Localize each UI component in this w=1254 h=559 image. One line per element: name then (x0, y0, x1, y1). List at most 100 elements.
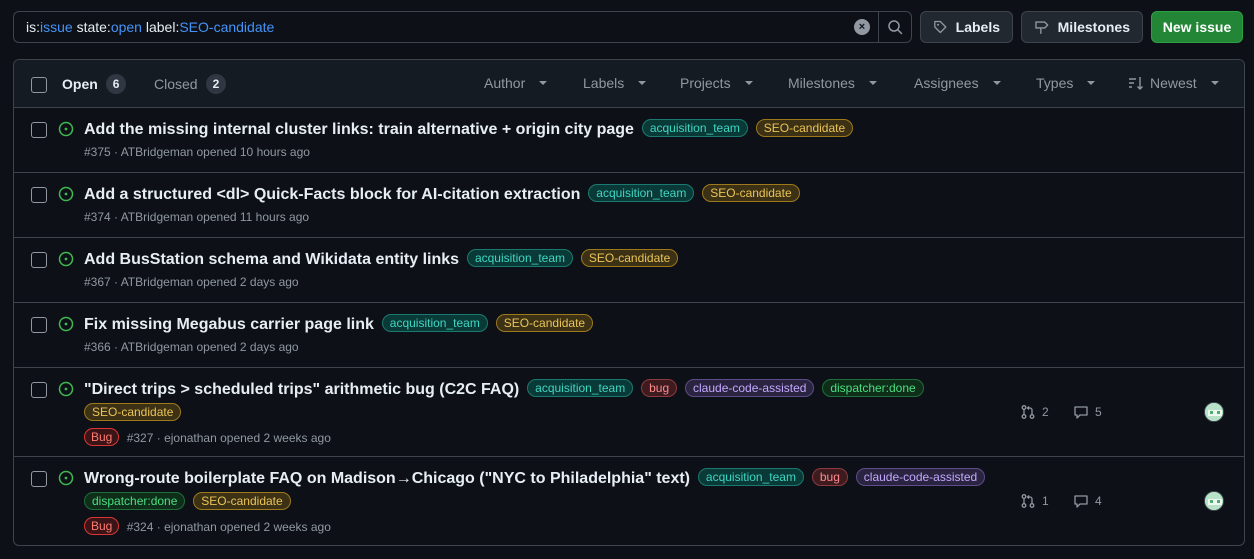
avatar-image (1205, 403, 1223, 421)
issue-open-icon (58, 381, 74, 397)
clear-search-icon[interactable]: × (854, 19, 870, 35)
search-input[interactable]: is:issue state:open label:SEO-candidate … (13, 11, 912, 43)
issue-title-link[interactable]: Fix missing Megabus carrier page link (84, 316, 374, 333)
query-key-label: label: (141, 19, 180, 35)
sort-newest-label: Newest (1150, 75, 1197, 91)
issue-open-icon (58, 316, 74, 332)
tab-closed[interactable]: Closed 2 (154, 74, 227, 94)
search-query[interactable]: is:issue state:open label:SEO-candidate (14, 19, 854, 35)
issue-row[interactable]: Add the missing internal cluster links: … (14, 108, 1244, 173)
issue-checkbox[interactable] (31, 122, 47, 138)
issue-row[interactable]: Add a structured <dl> Quick-Facts block … (14, 173, 1244, 238)
issue-title-line: Fix missing Megabus carrier page link ac… (84, 313, 1044, 336)
milestone-icon (1035, 21, 1049, 34)
comments-count[interactable]: 5 (1073, 404, 1102, 420)
query-value-state: open (110, 19, 142, 35)
issue-row[interactable]: Wrong-route boilerplate FAQ on Madison→C… (14, 457, 1244, 545)
filter-assignees-label: Assignees (914, 75, 979, 91)
pull-request-icon (1021, 494, 1035, 508)
issue-checkbox[interactable] (31, 317, 47, 333)
milestones-button-label: Milestones (1057, 19, 1130, 35)
avatar[interactable] (1204, 491, 1224, 511)
issue-checkbox[interactable] (31, 187, 47, 203)
filter-projects-label: Projects (680, 75, 731, 91)
filter-types[interactable]: Types (1036, 75, 1096, 91)
issue-checkbox[interactable] (31, 382, 47, 398)
issue-open-icon (58, 251, 74, 267)
label-acquisition-team[interactable]: acquisition_team (466, 249, 573, 267)
filter-labels-label: Labels (583, 75, 625, 91)
filter-milestones[interactable]: Milestones (788, 75, 877, 91)
label-seo-candidate[interactable]: SEO-candidate (580, 249, 679, 267)
issue-title-link[interactable]: "Direct trips > scheduled trips" arithme… (84, 381, 519, 398)
issue-checkbox[interactable] (31, 471, 47, 487)
filter-assignees[interactable]: Assignees (914, 75, 1001, 91)
label-seo-candidate[interactable]: SEO-candidate (702, 184, 800, 202)
issue-title-link[interactable]: Wrong-route boilerplate FAQ on Madison→C… (84, 470, 690, 487)
label-acquisition-team[interactable]: acquisition_team (697, 468, 804, 486)
label-claude-code-assisted[interactable]: claude-code-assisted (855, 468, 986, 486)
avatar-image (1205, 492, 1223, 510)
filter-author[interactable]: Author (484, 75, 548, 91)
select-all-checkbox[interactable] (31, 77, 47, 93)
search-button[interactable] (879, 12, 911, 42)
filter-author-label: Author (484, 75, 526, 91)
tab-open[interactable]: Open 6 (62, 74, 127, 94)
chevron-down-icon (1087, 81, 1096, 85)
issue-type-badge[interactable]: Bug (84, 517, 120, 535)
label-seo-candidate[interactable]: SEO-candidate (495, 314, 594, 332)
label-dispatcher-done[interactable]: dispatcher:done (822, 379, 924, 397)
issue-checkbox[interactable] (31, 252, 47, 268)
issue-type-badge[interactable]: Bug (84, 428, 120, 446)
issue-row[interactable]: Add BusStation schema and Wikidata entit… (14, 238, 1244, 303)
chevron-down-icon (992, 81, 1001, 85)
issue-meta: #367 · ATBridgeman opened 2 days ago (84, 275, 299, 289)
issue-title-line: Add a structured <dl> Quick-Facts block … (84, 183, 1044, 206)
issue-labels-overflow: SEO-candidate (84, 402, 185, 424)
label-acquisition-team[interactable]: acquisition_team (588, 184, 695, 202)
issue-title-line: Add the missing internal cluster links: … (84, 118, 1044, 141)
issue-row[interactable]: Fix missing Megabus carrier page link ac… (14, 303, 1244, 368)
issue-open-icon (58, 186, 74, 202)
label-seo-candidate[interactable]: SEO-candidate (193, 492, 291, 510)
label-acquisition-team[interactable]: acquisition_team (641, 119, 748, 137)
chevron-down-icon (638, 81, 647, 85)
linked-prs[interactable]: 1 (1020, 493, 1049, 509)
filter-milestones-label: Milestones (788, 75, 855, 91)
issue-title-link[interactable]: Add a structured <dl> Quick-Facts block … (84, 186, 580, 203)
label-seo-candidate[interactable]: SEO-candidate (84, 403, 182, 421)
filter-labels[interactable]: Labels (583, 75, 647, 91)
issue-open-icon (58, 121, 74, 137)
label-acquisition-team[interactable]: acquisition_team (527, 379, 634, 397)
issue-title-link[interactable]: Add the missing internal cluster links: … (84, 121, 634, 138)
comments-count[interactable]: 4 (1073, 493, 1102, 509)
linked-prs-count: 1 (1042, 494, 1049, 508)
avatar[interactable] (1204, 402, 1224, 422)
milestones-button[interactable]: Milestones (1021, 11, 1143, 43)
label-claude-code-assisted[interactable]: claude-code-assisted (685, 379, 815, 397)
issue-open-icon (58, 470, 74, 486)
label-dispatcher-done[interactable]: dispatcher:done (84, 492, 186, 510)
label-bug[interactable]: bug (811, 468, 848, 486)
labels-button[interactable]: Labels (920, 11, 1013, 43)
top-toolbar: is:issue state:open label:SEO-candidate … (13, 11, 1245, 43)
linked-prs[interactable]: 2 (1020, 404, 1049, 420)
query-key-state: state: (72, 19, 111, 35)
label-bug[interactable]: bug (641, 379, 678, 397)
issue-row[interactable]: "Direct trips > scheduled trips" arithme… (14, 368, 1244, 457)
sort-newest[interactable]: Newest (1128, 75, 1219, 91)
tag-icon (934, 20, 947, 34)
linked-prs-count: 2 (1042, 405, 1049, 419)
issue-meta-text: #324 · ejonathan opened 2 weeks ago (126, 520, 331, 534)
label-acquisition-team[interactable]: acquisition_team (381, 314, 488, 332)
sort-icon (1129, 77, 1143, 90)
open-count-badge: 6 (105, 74, 127, 94)
chevron-down-icon (1210, 81, 1219, 85)
filter-projects[interactable]: Projects (680, 75, 753, 91)
issue-meta: Bug #327 · ejonathan opened 2 weeks ago (84, 428, 331, 446)
search-icon (888, 20, 903, 35)
pull-request-icon (1021, 405, 1035, 419)
new-issue-button[interactable]: New issue (1151, 11, 1243, 43)
issue-title-link[interactable]: Add BusStation schema and Wikidata entit… (84, 251, 459, 268)
label-seo-candidate[interactable]: SEO-candidate (755, 119, 854, 137)
